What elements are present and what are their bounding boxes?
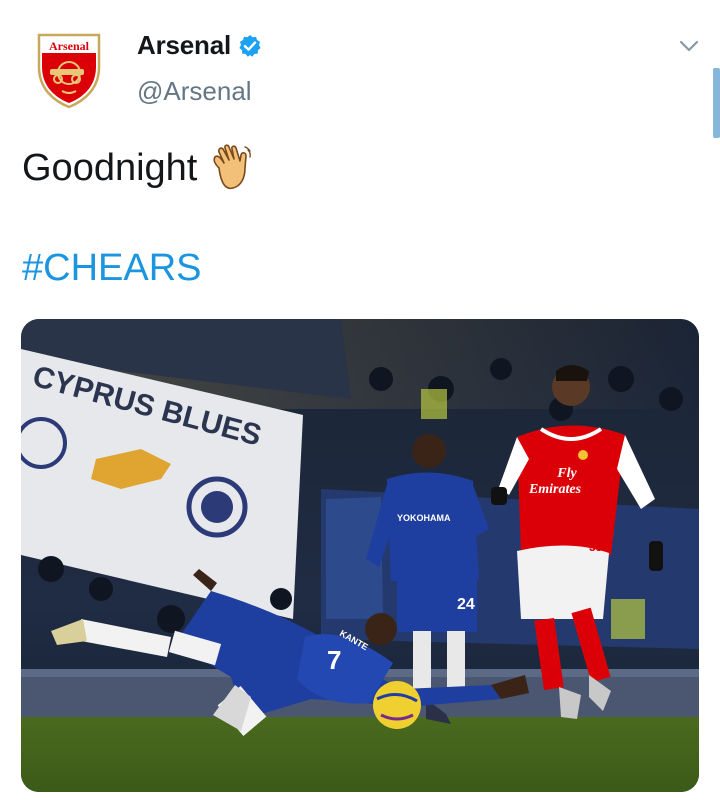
chevron-down-icon[interactable]: [676, 33, 702, 59]
arsenal-crest-icon: Arsenal: [37, 33, 101, 109]
tweet-text-content: Goodnight: [22, 146, 198, 189]
avatar[interactable]: Arsenal: [36, 31, 102, 109]
svg-text:Fly: Fly: [556, 466, 577, 481]
football: [373, 681, 421, 729]
display-name[interactable]: Arsenal: [137, 30, 231, 61]
svg-text:35: 35: [589, 540, 603, 554]
tweet-photo[interactable]: CYPRUS BLUES YOKOHAMA 24 Fly Emirates 35…: [21, 319, 699, 792]
scrollbar[interactable]: [713, 68, 720, 138]
svg-text:Arsenal: Arsenal: [49, 39, 90, 53]
svg-text:7: 7: [327, 645, 341, 675]
author-row[interactable]: Arsenal: [137, 30, 262, 61]
waving-hand-icon: [213, 144, 252, 190]
tweet-text: Goodnight: [22, 144, 255, 192]
football-photo: CYPRUS BLUES YOKOHAMA 24 Fly Emirates 35…: [21, 319, 699, 792]
svg-text:24: 24: [457, 596, 475, 613]
user-handle[interactable]: @Arsenal: [137, 76, 252, 107]
svg-text:YOKOHAMA: YOKOHAMA: [397, 513, 451, 523]
svg-text:Emirates: Emirates: [528, 482, 582, 497]
hashtag-link[interactable]: #CHEARS: [22, 247, 202, 290]
verified-badge-icon: [238, 34, 262, 58]
